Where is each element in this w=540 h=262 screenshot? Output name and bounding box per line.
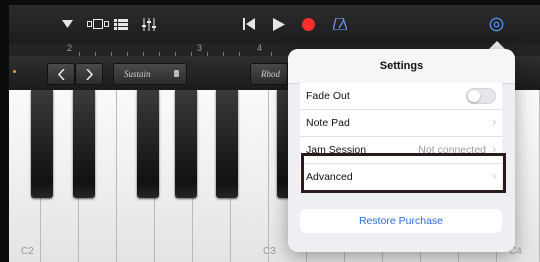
fade-out-label: Fade Out	[306, 90, 350, 102]
metronome-icon[interactable]	[329, 5, 351, 43]
lock-icon	[174, 70, 179, 77]
ruler-mark: 2	[67, 43, 73, 53]
chevron-right-icon: ›	[492, 117, 496, 128]
black-key[interactable]	[216, 90, 238, 198]
app-frame: 2 3 4 Sustain Rhod C2 C3 C4 Settings Fad…	[9, 5, 540, 262]
instrument-partial-button[interactable]: Rhod	[250, 63, 288, 85]
fade-out-toggle[interactable]	[466, 88, 496, 104]
ruler-mark: 3	[197, 43, 203, 53]
mixer-icon[interactable]	[139, 5, 159, 43]
position-marker-icon	[13, 70, 16, 73]
record-icon[interactable]	[298, 5, 318, 43]
note-pad-label: Note Pad	[306, 117, 350, 129]
skip-back-icon[interactable]	[239, 5, 259, 43]
black-key[interactable]	[175, 90, 197, 198]
settings-popover: Settings Fade Out Note Pad › Jam Session…	[288, 49, 515, 252]
play-icon[interactable]	[269, 5, 289, 43]
note-pad-row[interactable]: Note Pad ›	[300, 110, 502, 137]
key-label-c2: C2	[21, 246, 34, 257]
ruler-mark: 4	[257, 43, 263, 53]
black-key[interactable]	[73, 90, 95, 198]
key-label-c3: C3	[263, 246, 276, 257]
advanced-highlight-box	[301, 153, 506, 193]
octave-up-button[interactable]	[75, 63, 103, 85]
fade-out-row: Fade Out	[300, 83, 502, 110]
settings-gear-icon[interactable]	[485, 5, 507, 43]
octave-down-button[interactable]	[47, 63, 75, 85]
toolbar	[9, 5, 540, 43]
instrument-partial-label: Rhod	[261, 69, 280, 79]
menu-triangle-icon[interactable]	[57, 5, 77, 43]
black-key[interactable]	[137, 90, 159, 198]
settings-title: Settings	[288, 49, 515, 84]
tracks-view-icon[interactable]	[111, 5, 131, 43]
toggle-knob	[468, 90, 480, 102]
black-key[interactable]	[31, 90, 53, 198]
loop-browser-icon[interactable]	[85, 5, 111, 43]
restore-purchase-button[interactable]: Restore Purchase	[300, 209, 502, 233]
sustain-button[interactable]: Sustain	[113, 63, 187, 85]
sustain-label: Sustain	[124, 69, 151, 79]
